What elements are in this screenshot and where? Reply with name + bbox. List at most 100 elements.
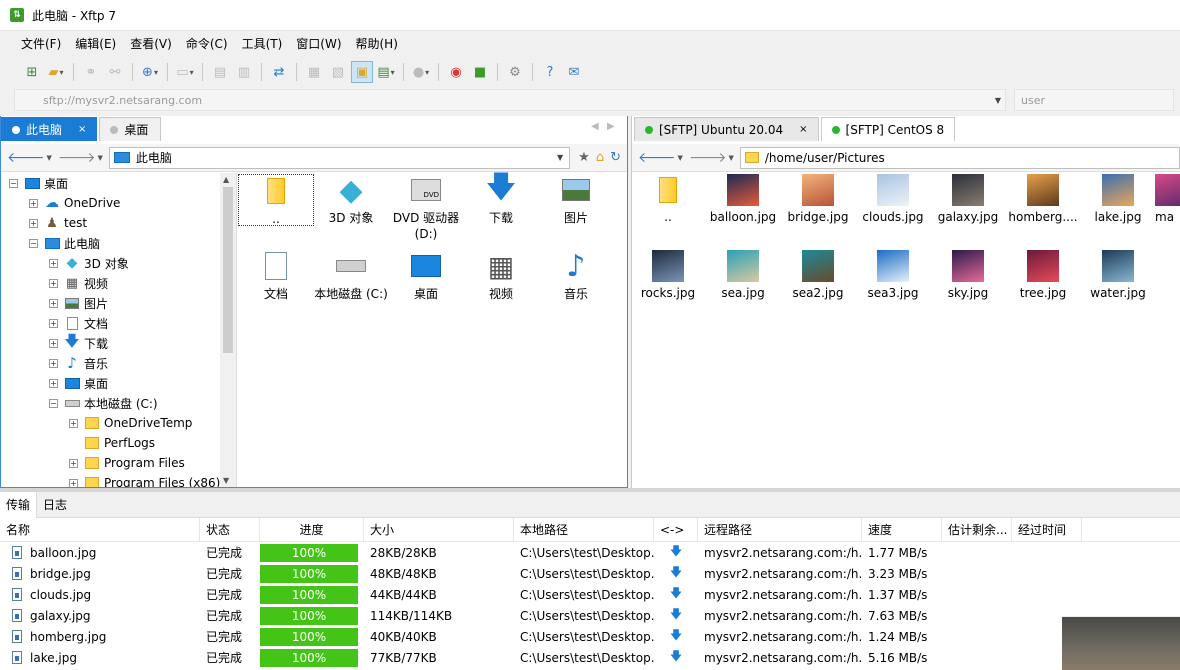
table-row[interactable]: clouds.jpg 已完成 100% 44KB/44KB C:\Users\test\… [0,584,1180,605]
table-row[interactable]: galaxy.jpg 已完成 100% 114KB/114KB C:\Users\tes… [0,605,1180,626]
file-item[interactable]: 文档 [238,250,314,302]
expand-icon[interactable]: + [49,358,58,368]
view-thumbnails-icon[interactable]: ▦ [303,61,325,83]
menu-edit[interactable]: 编辑(E) [68,35,123,52]
file-item[interactable]: sea3.jpg [855,250,931,300]
tree-item[interactable]: + OneDriveTemp [1,413,236,433]
column-header[interactable]: 大小 [364,517,514,542]
tree-item[interactable]: + 文档 [1,313,236,333]
menu-view[interactable]: 查看(V) [123,35,179,52]
file-item[interactable]: 本地磁盘 (C:) [313,250,389,302]
file-item[interactable]: clouds.jpg [855,174,931,224]
transfer-icon[interactable]: ⇄ [268,61,290,83]
tree-item[interactable]: + 桌面 [1,373,236,393]
column-header[interactable]: 估计剩余... [942,517,1012,542]
help-icon[interactable]: ? [539,61,561,83]
file-item[interactable]: 桌面 [388,250,464,302]
new-tab-icon[interactable]: ⊕ [139,61,161,83]
tree-item[interactable]: + ♪ 音乐 [1,353,236,373]
terminal-icon[interactable]: ▭ [174,61,196,83]
user-input[interactable]: user [1014,89,1174,111]
expand-icon[interactable]: + [49,278,58,288]
tab-desktop[interactable]: 桌面 [99,117,162,141]
tab-ubuntu[interactable]: [SFTP] Ubuntu 20.04 × [634,117,819,141]
file-item[interactable]: sky.jpg [930,250,1006,300]
menu-window[interactable]: 窗口(W) [289,35,348,52]
tree-item[interactable]: + ▦ 视频 [1,273,236,293]
file-item[interactable]: galaxy.jpg [930,174,1006,224]
file-item[interactable]: ▦ 视频 [463,250,539,302]
file-item[interactable]: rocks.jpg [630,250,706,300]
chevron-down-icon[interactable]: ▼ [678,154,683,162]
tree-item[interactable]: + ◆ 3D 对象 [1,253,236,273]
file-item[interactable]: .. [238,174,314,226]
address-input[interactable]: sftp://mysvr2.netsarang.com ▼ [14,89,1006,111]
column-header[interactable]: 进度 [260,517,364,542]
globe-icon[interactable]: ● [410,61,432,83]
tree-item[interactable]: + Program Files [1,453,236,473]
tree-item[interactable]: + 🡇 下载 [1,332,236,353]
file-item[interactable]: lake.jpg [1080,174,1156,224]
file-item[interactable]: tree.jpg [1005,250,1081,300]
tree-item[interactable]: − 此电脑 [1,233,236,253]
table-row[interactable]: homberg.jpg 已完成 100% 40KB/40KB C:\Users\test… [0,626,1180,647]
column-header[interactable]: 状态 [200,517,260,542]
xftp-icon[interactable]: ■ [469,61,491,83]
expand-icon[interactable]: + [29,218,38,228]
expand-icon[interactable]: + [49,338,58,348]
open-folder-icon[interactable]: ▰ [45,61,67,83]
scroll-up-icon[interactable]: ▲ [223,175,229,184]
file-item[interactable]: ♪ 音乐 [538,249,614,302]
expand-icon[interactable]: + [69,478,78,487]
home-icon[interactable]: ⌂ [596,150,604,165]
tree-item[interactable]: − 桌面 [1,173,236,193]
file-item[interactable]: sea2.jpg [780,250,856,300]
table-row[interactable]: lake.jpg 已完成 100% 77KB/77KB C:\Users\test\De… [0,647,1180,668]
expand-icon[interactable]: + [69,418,78,428]
tree-scrollbar[interactable]: ▲ ▼ [220,173,236,487]
view-tiles-icon[interactable]: ▧ [327,61,349,83]
tree-item[interactable]: PerfLogs [1,433,236,453]
forward-icon[interactable]: 🡒 [58,149,96,166]
file-item[interactable]: sea.jpg [705,250,781,300]
tab-scroll-right-icon[interactable]: ▶ [607,121,615,132]
tree-item[interactable]: + Program Files (x86) [1,473,236,487]
column-header[interactable]: 本地路径 [514,517,654,542]
collapse-icon[interactable]: − [49,398,58,408]
tab-scroll-left-icon[interactable]: ◀ [591,121,599,132]
expand-icon[interactable]: + [49,298,58,308]
star-icon[interactable]: ★ [578,150,590,165]
menu-command[interactable]: 命令(C) [179,35,235,52]
file-item[interactable]: 🡇 下载 [463,170,539,226]
column-header[interactable]: 名称 [0,517,200,542]
tab-this-pc[interactable]: 此电脑 × [1,117,98,141]
expand-icon[interactable]: + [49,318,58,328]
chevron-down-icon[interactable]: ▼ [995,96,1001,105]
gear-icon[interactable]: ⚙ [504,61,526,83]
file-item[interactable]: bridge.jpg [780,174,856,224]
collapse-icon[interactable]: − [29,238,38,248]
scroll-down-icon[interactable]: ▼ [223,476,229,485]
column-header[interactable]: 速度 [862,517,942,542]
connect-icon[interactable]: ⚭ [80,61,102,83]
chevron-down-icon[interactable]: ▼ [557,153,563,162]
forward-icon[interactable]: 🡒 [689,149,727,166]
tree-item[interactable]: + ☁ OneDrive [1,193,236,213]
tab-centos[interactable]: [SFTP] CentOS 8 [820,117,956,141]
file-item[interactable]: balloon.jpg [705,174,781,224]
collapse-icon[interactable]: − [9,178,18,188]
menu-help[interactable]: 帮助(H) [349,35,405,52]
chevron-down-icon[interactable]: ▼ [728,154,733,162]
view-icons-icon[interactable]: ▣ [351,61,373,83]
chevron-down-icon[interactable]: ▼ [97,154,102,162]
expand-icon[interactable]: + [69,458,78,468]
tab-log[interactable]: 日志 [37,492,73,518]
back-icon[interactable]: 🡐 [638,149,676,166]
table-row[interactable]: bridge.jpg 已完成 100% 48KB/48KB C:\Users\test\… [0,563,1180,584]
tab-transfer[interactable]: 传输 [0,491,38,518]
menu-file[interactable]: 文件(F) [14,35,68,52]
expand-icon[interactable]: + [29,198,38,208]
close-icon[interactable]: × [799,124,807,135]
paste-icon[interactable]: ▥ [233,61,255,83]
view-list-icon[interactable]: ▤ [375,61,397,83]
